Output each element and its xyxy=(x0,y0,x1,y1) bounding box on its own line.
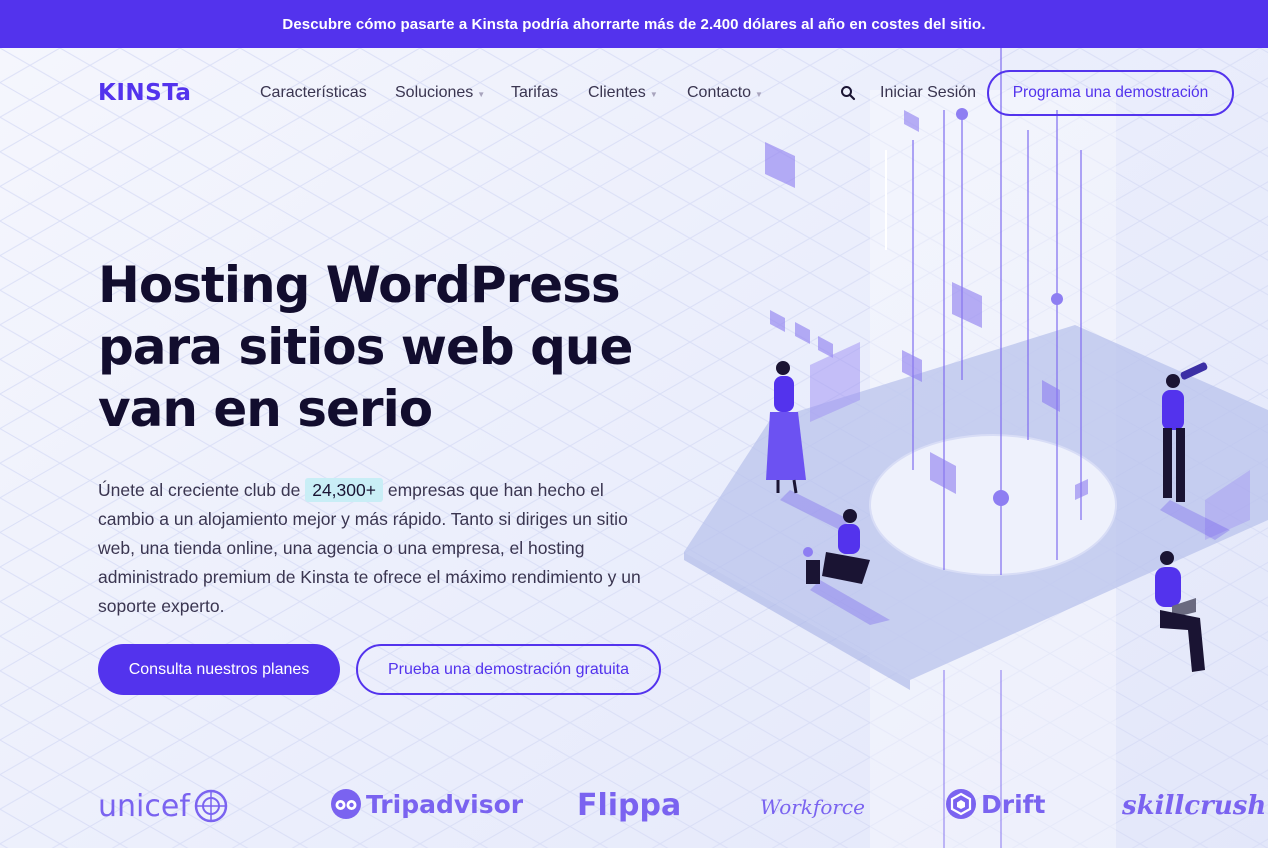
customer-count-highlight: 24,300+ xyxy=(305,478,383,502)
nav-label: Contacto xyxy=(687,84,752,101)
tripadvisor-owl-icon xyxy=(331,789,361,819)
search-icon[interactable] xyxy=(840,85,856,101)
chevron-down-icon: ▼ xyxy=(477,89,486,99)
promo-text[interactable]: Descubre cómo pasarte a Kinsta podría ah… xyxy=(282,16,985,33)
flippa-logo: Flippa xyxy=(577,788,682,823)
promo-banner[interactable]: Descubre cómo pasarte a Kinsta podría ah… xyxy=(0,0,1268,48)
nav-soluciones[interactable]: Soluciones ▼ xyxy=(395,84,485,102)
login-link[interactable]: Iniciar Sesión xyxy=(880,84,976,102)
free-demo-button[interactable]: Prueba una demostración gratuita xyxy=(356,644,661,695)
nav-caracteristicas[interactable]: Características xyxy=(260,84,367,102)
hero-title-line: van en serio xyxy=(98,380,433,438)
tripadvisor-wordmark: Tripadvisor xyxy=(366,789,524,819)
nav-label: Tarifas xyxy=(511,84,559,101)
hero-title-line: para sitios web que xyxy=(98,318,633,376)
kinsta-logo[interactable]: KINSTa xyxy=(98,80,191,106)
nav-label: Soluciones xyxy=(395,84,474,101)
unicef-logo: unicef xyxy=(98,788,229,824)
view-plans-button[interactable]: Consulta nuestros planes xyxy=(98,644,340,695)
nav-label: Clientes xyxy=(588,84,646,101)
hero-title: Hosting WordPress para sitios web que va… xyxy=(98,254,638,440)
desc-text: Únete al creciente club de xyxy=(98,480,306,500)
hero-description: Únete al creciente club de 24,300+ empre… xyxy=(98,476,648,621)
hero-illustration xyxy=(684,48,1268,848)
skillcrush-logo: skillcrush xyxy=(1122,791,1267,821)
tripadvisor-logo: Tripadvisor xyxy=(330,788,523,820)
workforce-logo: Workforce xyxy=(760,795,865,819)
chevron-down-icon: ▼ xyxy=(755,89,763,99)
nav-tarifas[interactable]: Tarifas xyxy=(511,84,558,102)
drift-logo: Drift xyxy=(945,788,1045,820)
drift-wordmark: Drift xyxy=(981,789,1046,819)
nav-label: Características xyxy=(260,84,367,101)
nav-clientes[interactable]: Clientes ▼ xyxy=(588,84,658,102)
unicef-emblem-icon xyxy=(194,789,228,823)
chevron-down-icon: ▼ xyxy=(649,89,658,99)
hero-title-line: Hosting WordPress xyxy=(98,256,621,314)
unicef-wordmark: unicef xyxy=(98,788,190,824)
drift-icon xyxy=(946,789,976,819)
schedule-demo-button[interactable]: Programa una demostración xyxy=(987,70,1234,116)
nav-contacto[interactable]: Contacto ▼ xyxy=(687,84,763,102)
